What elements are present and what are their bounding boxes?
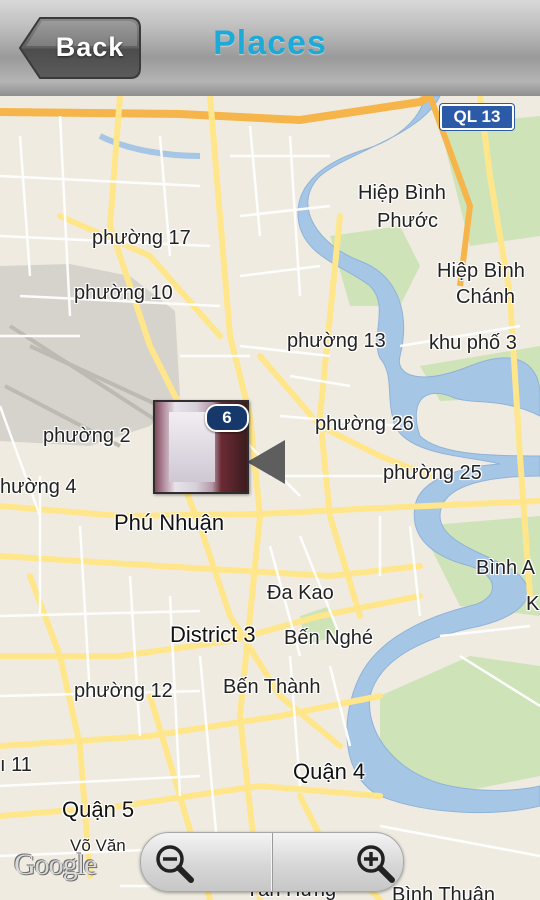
map-label: ı 11 [0,754,32,776]
map-label: khu phố 3 [429,332,517,354]
map-label: phường 17 [92,227,191,249]
photo-marker[interactable]: 6 [153,400,289,494]
map-label: Phước [377,210,438,232]
map-label: K [526,593,540,615]
navigation-bar: Back Places [0,0,540,97]
page-title: Places [213,24,327,62]
marker-pointer-icon [247,440,285,484]
map-label: Bến Thành [223,676,321,698]
map-label: Phú Nhuận [114,510,225,535]
map-view[interactable]: QL 13 Hiệp Bình Phước Hiệp Bình Chánh ph… [0,96,540,900]
route-shield-ql13: QL 13 [440,104,514,130]
map-label: Quận 5 [62,797,135,822]
zoom-in-button[interactable] [271,833,403,891]
map-tiles [0,96,540,900]
zoom-control [140,832,404,892]
map-label: Hiệp Bình [358,182,446,204]
map-label: Bình Thuận [392,884,496,900]
map-label: phường 25 [383,462,482,484]
map-label: phường 12 [74,680,173,702]
map-label: District 3 [170,622,256,647]
map-label: phường 2 [43,425,131,447]
map-label: Bến Nghé [284,627,373,649]
map-label: Chánh [456,286,515,308]
map-label: phường 13 [287,330,386,352]
zoom-out-icon [156,845,194,883]
map-label: Quận 4 [293,759,366,784]
photo-count-badge: 6 [205,404,249,432]
map-label: hường 4 [0,476,77,498]
google-logo: Google [14,848,97,881]
map-label: phường 26 [315,413,414,435]
zoom-in-icon [357,845,395,883]
map-label: Đa Kao [267,582,334,604]
zoom-out-button[interactable] [141,833,273,891]
map-label: phường 10 [74,282,173,304]
map-label: Hiệp Bình [437,260,525,282]
map-label: Bình A [476,557,535,579]
